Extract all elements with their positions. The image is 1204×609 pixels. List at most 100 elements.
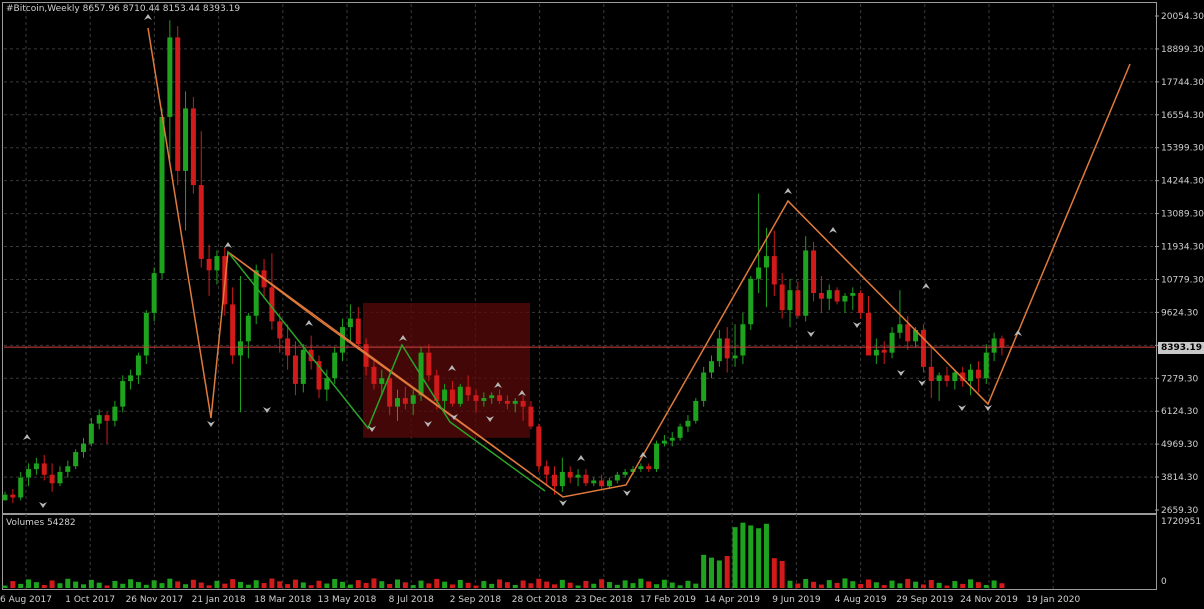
candle-body bbox=[324, 378, 330, 390]
candle-body bbox=[552, 474, 557, 487]
volume-bar bbox=[143, 584, 149, 588]
volume-bar bbox=[536, 578, 542, 588]
candle-body bbox=[57, 471, 63, 484]
volume-bar bbox=[575, 585, 581, 588]
volume-bar bbox=[756, 528, 762, 588]
candle-body bbox=[73, 452, 79, 467]
fractal-down-arrow bbox=[984, 405, 992, 411]
volume-bar bbox=[190, 579, 196, 588]
candlestick-chart[interactable]: 20054.30 18899.30 17744.30 16554.30 15399.30… bbox=[0, 0, 1204, 609]
candle-body bbox=[88, 423, 94, 444]
candle-body bbox=[873, 349, 879, 356]
volume-bar bbox=[740, 522, 746, 588]
fractal-up-arrow bbox=[829, 227, 837, 233]
volume-bar bbox=[277, 581, 283, 588]
candle-body bbox=[544, 466, 550, 475]
volume-max-label: 1720951 bbox=[1161, 517, 1202, 527]
volume-bar bbox=[481, 581, 487, 588]
volume-bar bbox=[944, 585, 950, 588]
volume-bar bbox=[693, 583, 699, 588]
candle-body bbox=[606, 480, 612, 487]
volume-bar bbox=[654, 584, 660, 588]
volume-bar bbox=[936, 582, 942, 588]
volume-bar bbox=[57, 583, 63, 588]
candle-body bbox=[928, 366, 934, 382]
volume-bar bbox=[128, 579, 134, 588]
candle-body bbox=[41, 463, 47, 475]
y-axis-label: 6124.30 bbox=[1161, 407, 1198, 417]
fractal-up-arrow bbox=[23, 434, 31, 440]
candle-body bbox=[850, 293, 856, 296]
volume-bar bbox=[920, 584, 926, 588]
volume-bar bbox=[795, 583, 801, 588]
volume-bar bbox=[709, 557, 714, 588]
candle-body bbox=[952, 372, 958, 382]
candle-body bbox=[449, 389, 455, 404]
x-axis-label: 19 Jan 2020 bbox=[1026, 595, 1080, 605]
volume-bar bbox=[10, 581, 16, 588]
x-axis-label: 17 Feb 2019 bbox=[640, 595, 696, 605]
volume-bar bbox=[913, 581, 919, 588]
candle-body bbox=[591, 480, 597, 484]
candle-body bbox=[968, 369, 974, 382]
volume-bar bbox=[834, 582, 840, 588]
x-axis-label: 28 Oct 2018 bbox=[512, 595, 568, 605]
candle-body bbox=[175, 37, 181, 171]
candle-body bbox=[669, 437, 675, 441]
y-axis-label: 10779.30 bbox=[1161, 275, 1204, 285]
volume-bar bbox=[771, 558, 777, 588]
fractal-up-arrow bbox=[577, 455, 585, 461]
volume-bar bbox=[748, 525, 754, 588]
x-axis-label: 9 Jun 2019 bbox=[772, 595, 821, 605]
volume-bar bbox=[520, 580, 526, 588]
candle-body bbox=[143, 312, 149, 356]
candle-body bbox=[905, 324, 911, 342]
candle-body bbox=[410, 395, 416, 404]
candle-body bbox=[756, 267, 762, 279]
volume-bar bbox=[999, 583, 1005, 588]
volume-bar bbox=[638, 578, 644, 588]
fractal-up-arrow bbox=[1014, 330, 1022, 336]
candle-body bbox=[332, 352, 338, 379]
volume-bar bbox=[26, 579, 32, 588]
candle-body bbox=[889, 332, 895, 353]
candle-body bbox=[402, 398, 408, 404]
volume-bar bbox=[285, 584, 291, 588]
candle-body bbox=[112, 406, 118, 421]
volume-bar bbox=[434, 578, 440, 588]
candle-body bbox=[732, 355, 738, 359]
volume-bar bbox=[457, 579, 463, 588]
volume-bar bbox=[340, 581, 346, 588]
y-axis-label: 17744.30 bbox=[1161, 78, 1204, 88]
volume-bar bbox=[49, 580, 55, 588]
volume-panel-label: Volumes 54282 bbox=[6, 518, 76, 528]
volume-bar bbox=[81, 584, 86, 588]
volume-bar bbox=[975, 582, 981, 588]
volume-bar bbox=[528, 583, 534, 588]
candle-body bbox=[842, 295, 848, 302]
volume-bar bbox=[41, 584, 47, 588]
volume-bar bbox=[18, 583, 24, 588]
volume-bar bbox=[402, 582, 408, 588]
candle-body bbox=[559, 471, 565, 487]
candle-body bbox=[151, 273, 157, 313]
volume-bar bbox=[489, 583, 495, 588]
candle-body bbox=[2, 494, 8, 501]
volume-bar bbox=[426, 583, 432, 588]
x-axis-label: 26 Nov 2017 bbox=[126, 595, 184, 605]
volume-bar bbox=[544, 581, 550, 588]
candle-body bbox=[677, 426, 683, 438]
candle-body bbox=[724, 338, 730, 359]
candle-body bbox=[897, 324, 903, 333]
volume-bar bbox=[135, 582, 141, 588]
candle-body bbox=[497, 395, 503, 401]
candle-body bbox=[96, 415, 102, 424]
candle-body bbox=[253, 270, 259, 316]
candle-body bbox=[206, 258, 212, 271]
volume-bar bbox=[646, 581, 652, 588]
volume-bar bbox=[968, 579, 974, 588]
x-axis-label: 1 Oct 2017 bbox=[65, 595, 115, 605]
candle-body bbox=[26, 469, 32, 478]
y-axis-label: 11934.30 bbox=[1161, 243, 1204, 253]
x-axis-label: 4 Aug 2019 bbox=[835, 595, 887, 605]
